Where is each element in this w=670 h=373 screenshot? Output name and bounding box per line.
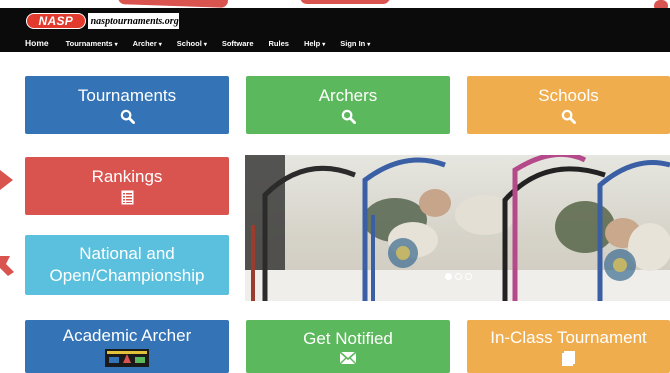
academic-badge-icon — [105, 349, 149, 367]
carousel-dot[interactable] — [455, 273, 462, 280]
nav-item-help[interactable]: Help ▾ — [304, 39, 325, 48]
nav-item-tournaments[interactable]: Tournaments ▾ — [66, 39, 118, 48]
header-decoration — [117, 0, 229, 8]
search-icon — [120, 109, 135, 124]
book-icon — [562, 350, 575, 366]
envelope-icon — [340, 352, 356, 364]
list-icon — [121, 190, 133, 205]
tile-label-line1: National and — [79, 244, 175, 263]
photo-carousel[interactable] — [245, 155, 670, 301]
nav-item-sign-in[interactable]: Sign In ▾ — [340, 39, 370, 48]
header-decoration — [300, 0, 390, 4]
nav-item-label: School — [176, 38, 202, 48]
tile-label: Tournaments — [77, 86, 177, 105]
decoration-icon — [0, 256, 14, 276]
archers-tile[interactable]: Archers — [246, 76, 450, 134]
tile-label: Rankings — [91, 167, 163, 186]
top-navbar: NASP nasptournaments.org Home Tournament… — [0, 8, 670, 52]
tile-label: Schools — [538, 86, 599, 105]
caret-down-icon: ▾ — [322, 41, 326, 48]
nasp-logo: NASP — [26, 13, 86, 29]
nav-item-label: Rules — [268, 38, 289, 48]
brand-logo-link[interactable]: NASP nasptournaments.org — [26, 12, 179, 30]
rankings-tile[interactable]: Rankings — [25, 157, 229, 215]
tile-label: Archers — [318, 86, 378, 105]
nav-item-label: Tournaments — [65, 38, 113, 48]
nav-item-rules[interactable]: Rules — [269, 39, 289, 48]
schools-tile[interactable]: Schools — [467, 76, 670, 134]
nav-item-label: Home — [25, 38, 49, 48]
nav-item-school[interactable]: School ▾ — [177, 39, 207, 48]
caret-down-icon: ▾ — [203, 41, 207, 48]
nav-menu: Home Tournaments ▾ Archer ▾ School ▾ Softwa… — [25, 38, 385, 48]
caret-down-icon: ▾ — [158, 41, 162, 48]
caret-down-icon: ▾ — [367, 41, 371, 48]
carousel-dot[interactable] — [465, 273, 472, 280]
caret-down-icon: ▾ — [114, 41, 118, 48]
national-open-championship-tile[interactable]: National and Open/Championship — [25, 235, 229, 295]
nav-item-home[interactable]: Home — [25, 38, 49, 48]
search-icon — [561, 109, 576, 124]
tile-label: Get Notified — [303, 329, 393, 348]
site-name: nasptournaments.org — [87, 13, 179, 29]
tile-label: In-Class Tournament — [490, 327, 647, 347]
tournaments-tile[interactable]: Tournaments — [25, 76, 229, 134]
nav-item-label: Sign In — [340, 38, 366, 48]
nav-item-archer[interactable]: Archer ▾ — [133, 39, 162, 48]
in-class-tournament-tile[interactable]: In-Class Tournament — [467, 320, 670, 373]
tile-label-line2: Open/Championship — [49, 266, 205, 285]
tile-label: Academic Archer — [62, 326, 192, 345]
nav-item-label: Help — [303, 38, 321, 48]
nav-item-software[interactable]: Software — [222, 39, 254, 48]
arrow-right-icon — [0, 170, 13, 190]
get-notified-tile[interactable]: Get Notified — [246, 320, 450, 373]
search-icon — [341, 109, 356, 124]
academic-archer-tile[interactable]: Academic Archer — [25, 320, 229, 373]
carousel-indicators — [445, 273, 475, 280]
nav-item-label: Software — [221, 38, 254, 48]
nav-item-label: Archer — [132, 38, 157, 48]
carousel-dot[interactable] — [445, 273, 452, 280]
